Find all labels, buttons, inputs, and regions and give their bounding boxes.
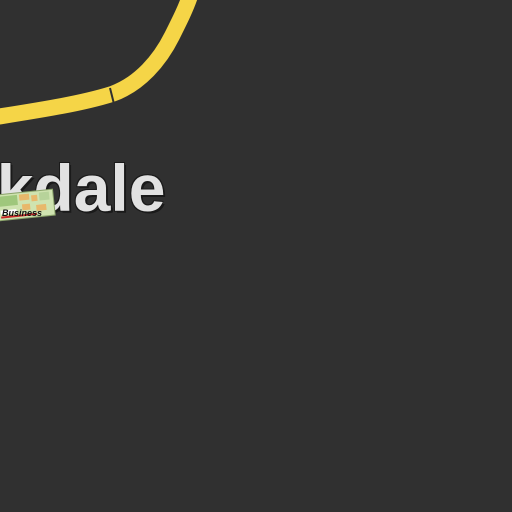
major-road[interactable] bbox=[0, 0, 198, 125]
poi-label: Business bbox=[2, 208, 42, 218]
map-canvas[interactable]: akdale Business bbox=[0, 0, 512, 512]
poi-marker[interactable]: Business bbox=[0, 186, 56, 224]
business-thumbnail-icon: Business bbox=[0, 188, 56, 222]
road-layer bbox=[0, 0, 198, 125]
